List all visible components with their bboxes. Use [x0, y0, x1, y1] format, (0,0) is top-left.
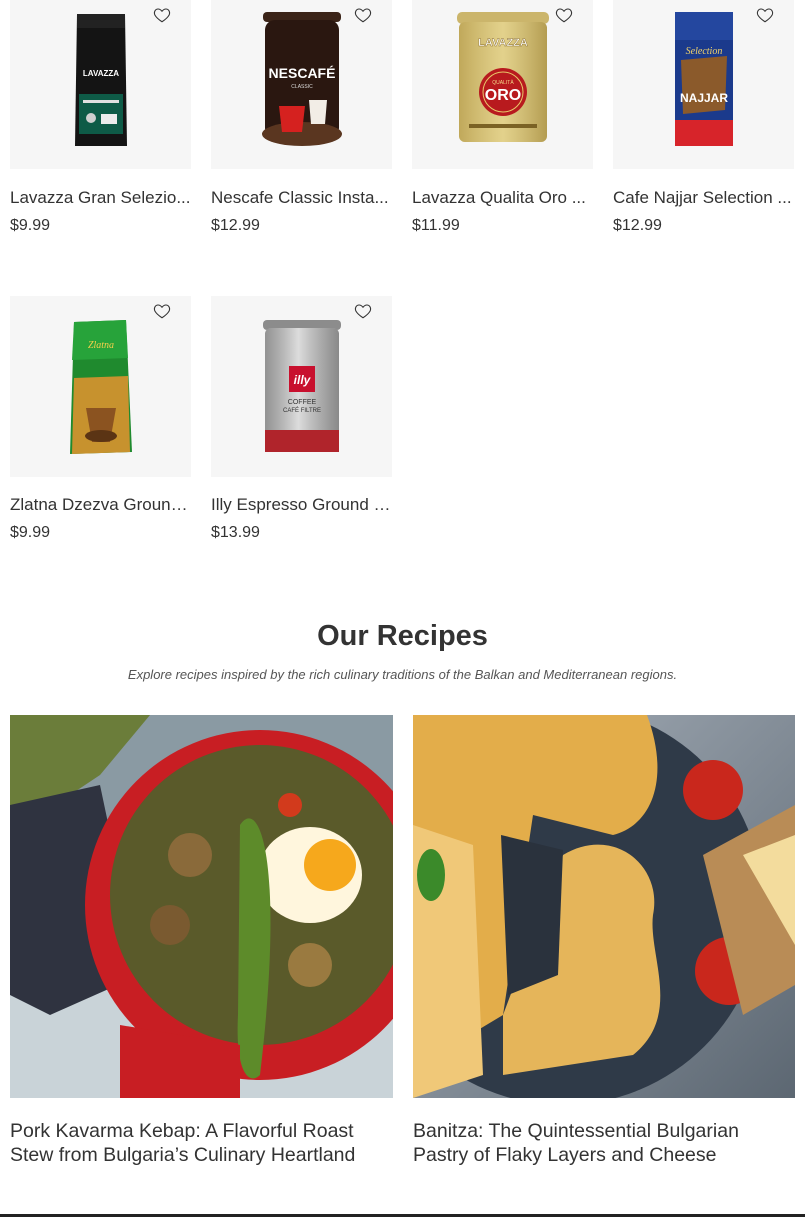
- recipe-card[interactable]: Pork Kavarma Kebap: A Flavorful Roast St…: [10, 715, 393, 1167]
- product-card[interactable]: LAVAZZA Lavazza Gran Selezio... $9.99: [10, 0, 191, 235]
- wishlist-heart-icon[interactable]: [354, 6, 372, 24]
- coffee-tin-nescafe-image: NESCAFÉ CLASSIC: [261, 12, 342, 146]
- product-image[interactable]: NESCAFÉ CLASSIC: [211, 0, 392, 169]
- coffee-tin-lavazza-oro-image: LAVAZZA QUALITÀ ORO: [456, 12, 549, 142]
- product-card[interactable]: Selection NAJJAR Cafe Najjar Selection .…: [613, 0, 794, 235]
- product-grid-row-1: LAVAZZA Lavazza Gran Selezio... $9.99 NE…: [10, 0, 795, 235]
- svg-text:QUALITÀ: QUALITÀ: [492, 79, 514, 86]
- svg-text:NESCAFÉ: NESCAFÉ: [268, 65, 335, 81]
- coffee-bag-najjar-image: Selection NAJJAR: [674, 12, 733, 146]
- recipe-title[interactable]: Banitza: The Quintessential Bulgarian Pa…: [413, 1119, 795, 1167]
- product-card[interactable]: NESCAFÉ CLASSIC Nescafe Classic Insta...…: [211, 0, 392, 235]
- recipe-title[interactable]: Pork Kavarma Kebap: A Flavorful Roast St…: [10, 1119, 393, 1167]
- coffee-bag-zlatna-image: Zlatna: [69, 320, 132, 454]
- svg-text:LAVAZZA: LAVAZZA: [478, 37, 528, 49]
- coffee-bag-lavazza-image: LAVAZZA: [74, 14, 127, 146]
- wishlist-heart-icon[interactable]: [354, 302, 372, 320]
- coffee-tin-illy-image: illy COFFEE CAFÉ FILTRE: [262, 320, 341, 452]
- product-name[interactable]: Cafe Najjar Selection ...: [613, 188, 794, 208]
- svg-text:CLASSIC: CLASSIC: [291, 84, 313, 90]
- product-card[interactable]: illy COFFEE CAFÉ FILTRE Illy Espresso Gr…: [211, 296, 392, 542]
- product-image[interactable]: LAVAZZA: [10, 0, 191, 169]
- svg-text:Selection: Selection: [685, 46, 722, 57]
- banitza-pastry-photo[interactable]: [413, 715, 795, 1098]
- kavarma-dish-photo[interactable]: [10, 715, 393, 1098]
- wishlist-heart-icon[interactable]: [756, 6, 774, 24]
- recipe-card[interactable]: Banitza: The Quintessential Bulgarian Pa…: [413, 715, 795, 1167]
- product-image[interactable]: Selection NAJJAR: [613, 0, 794, 169]
- product-image[interactable]: illy COFFEE CAFÉ FILTRE: [211, 296, 392, 477]
- product-name[interactable]: Lavazza Qualita Oro ...: [412, 188, 593, 208]
- product-name[interactable]: Zlatna Dzezva Ground...: [10, 495, 191, 515]
- product-image[interactable]: Zlatna: [10, 296, 191, 477]
- svg-text:CAFÉ FILTRE: CAFÉ FILTRE: [283, 407, 321, 414]
- product-card[interactable]: Zlatna Zlatna Dzezva Ground... $9.99: [10, 296, 191, 542]
- product-price: $13.99: [211, 524, 260, 541]
- product-price: $9.99: [10, 524, 51, 541]
- svg-text:Zlatna: Zlatna: [87, 340, 113, 351]
- section-subtitle: Explore recipes inspired by the rich cul…: [127, 667, 678, 682]
- product-card[interactable]: LAVAZZA QUALITÀ ORO Lavazza Qualita Oro …: [412, 0, 593, 235]
- svg-text:NAJJAR: NAJJAR: [679, 91, 727, 105]
- wishlist-heart-icon[interactable]: [555, 6, 573, 24]
- section-title: Our Recipes: [317, 620, 488, 652]
- svg-text:illy: illy: [293, 373, 311, 387]
- svg-text:ORO: ORO: [484, 87, 520, 104]
- product-price: $11.99: [412, 217, 460, 234]
- product-grid-row-2: Zlatna Zlatna Dzezva Ground... $9.99 ill…: [10, 296, 795, 542]
- product-name[interactable]: Lavazza Gran Selezio...: [10, 188, 191, 208]
- product-name[interactable]: Nescafe Classic Insta...: [211, 188, 392, 208]
- svg-text:LAVAZZA: LAVAZZA: [82, 69, 118, 78]
- wishlist-heart-icon[interactable]: [153, 302, 171, 320]
- wishlist-heart-icon[interactable]: [153, 6, 171, 24]
- product-price: $12.99: [613, 217, 662, 234]
- product-name[interactable]: Illy Espresso Ground c...: [211, 495, 392, 515]
- product-image[interactable]: LAVAZZA QUALITÀ ORO: [412, 0, 593, 169]
- product-price: $9.99: [10, 217, 51, 234]
- svg-text:COFFEE: COFFEE: [287, 399, 316, 406]
- product-price: $12.99: [211, 217, 260, 234]
